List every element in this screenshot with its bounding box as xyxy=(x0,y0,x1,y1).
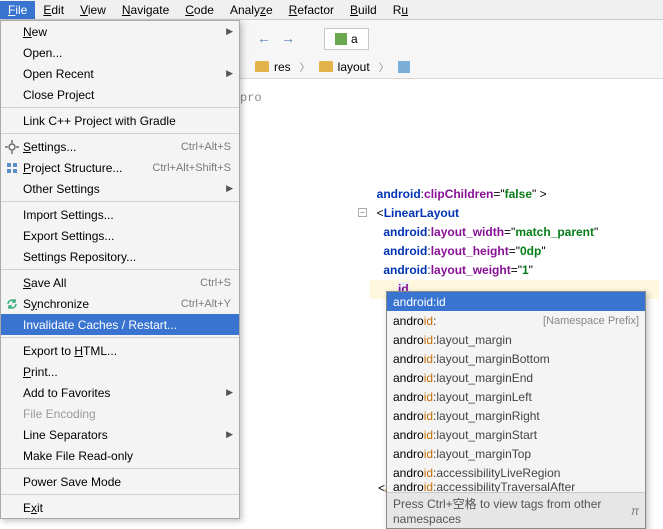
menu-item-invalidate-caches[interactable]: Invalidate Caches / Restart... xyxy=(1,314,239,335)
chevron-right-icon: ▶ xyxy=(226,68,233,79)
autocomplete-item[interactable]: android:id xyxy=(387,292,645,311)
breadcrumb-segment-file[interactable] xyxy=(391,59,417,75)
code-editor[interactable]: android:clipChildren="false" > <LinearLa… xyxy=(370,185,659,299)
menu-item-open[interactable]: Open... xyxy=(1,42,239,63)
menu-item-other-settings[interactable]: Other Settings▶ xyxy=(1,178,239,199)
menu-build[interactable]: Build xyxy=(342,1,385,19)
run-config-label: a xyxy=(351,32,358,46)
run-config-selector[interactable]: a xyxy=(324,28,369,50)
fold-toggle-icon[interactable]: − xyxy=(358,208,367,217)
autocomplete-item[interactable]: android:accessibilityLiveRegion xyxy=(387,463,645,482)
autocomplete-popup: android:idandroid:[Namespace Prefix]andr… xyxy=(386,291,646,529)
menu-run[interactable]: Ru xyxy=(385,1,416,19)
autocomplete-item[interactable]: android:layout_marginBottom xyxy=(387,349,645,368)
android-icon xyxy=(335,33,347,45)
menu-separator xyxy=(1,107,239,108)
menu-code[interactable]: Code xyxy=(177,1,222,19)
menu-view[interactable]: View xyxy=(72,1,114,19)
autocomplete-item[interactable]: android:layout_marginStart xyxy=(387,425,645,444)
autocomplete-item[interactable]: android:[Namespace Prefix] xyxy=(387,311,645,330)
menu-separator xyxy=(1,269,239,270)
code-line: <LinearLayout xyxy=(370,204,659,223)
toolbar: ← → a xyxy=(240,20,663,60)
autocomplete-hint-text: Press Ctrl+空格 to view tags from other na… xyxy=(393,495,631,526)
file-menu-dropdown: New▶ Open... Open Recent▶ Close Project … xyxy=(0,20,240,519)
menu-edit[interactable]: Edit xyxy=(35,1,72,19)
menu-separator xyxy=(1,201,239,202)
fold-gutter: − xyxy=(358,190,368,512)
autocomplete-item[interactable]: android:layout_margin xyxy=(387,330,645,349)
code-line: android:layout_height="0dp" xyxy=(370,242,659,261)
autocomplete-item[interactable]: android:accessibilityTraversalAfter xyxy=(387,482,645,492)
menu-item-link-cpp[interactable]: Link C++ Project with Gradle xyxy=(1,110,239,131)
menu-item-make-readonly[interactable]: Make File Read-only xyxy=(1,445,239,466)
menu-separator xyxy=(1,133,239,134)
menu-file[interactable]: File xyxy=(0,1,35,19)
gear-icon xyxy=(5,140,19,154)
menu-item-open-recent[interactable]: Open Recent▶ xyxy=(1,63,239,84)
menu-item-close-project[interactable]: Close Project xyxy=(1,84,239,105)
menu-item-project-structure[interactable]: Project Structure...Ctrl+Alt+Shift+S xyxy=(1,157,239,178)
code-line: android:layout_width="match_parent" xyxy=(370,223,659,242)
autocomplete-item[interactable]: android:layout_marginTop xyxy=(387,444,645,463)
editor-text-fragment: pro xyxy=(240,91,280,105)
menu-item-print[interactable]: Print... xyxy=(1,361,239,382)
chevron-right-icon: ▶ xyxy=(226,387,233,398)
folder-icon xyxy=(319,61,333,72)
menu-item-add-favorites[interactable]: Add to Favorites▶ xyxy=(1,382,239,403)
chevron-right-icon: 〉 xyxy=(379,59,389,74)
menu-separator xyxy=(1,468,239,469)
chevron-right-icon: ▶ xyxy=(226,429,233,440)
menu-separator xyxy=(1,494,239,495)
menu-item-settings-repository[interactable]: Settings Repository... xyxy=(1,246,239,267)
chevron-right-icon: ▶ xyxy=(226,183,233,194)
menu-item-save-all[interactable]: Save AllCtrl+S xyxy=(1,272,239,293)
nav-forward-button[interactable]: → xyxy=(280,30,296,46)
code-line: android:clipChildren="false" > xyxy=(370,185,659,204)
autocomplete-footer: Press Ctrl+空格 to view tags from other na… xyxy=(387,492,645,528)
menu-separator xyxy=(1,337,239,338)
menu-refactor[interactable]: Refactor xyxy=(281,1,342,19)
pi-icon: π xyxy=(631,504,639,518)
menu-item-new[interactable]: New▶ xyxy=(1,21,239,42)
code-line: android:layout_weight="1" xyxy=(370,261,659,280)
menu-item-power-save[interactable]: Power Save Mode xyxy=(1,471,239,492)
autocomplete-item[interactable]: android:layout_marginRight xyxy=(387,406,645,425)
folder-icon xyxy=(255,61,269,72)
menu-navigate[interactable]: Navigate xyxy=(114,1,177,19)
autocomplete-item[interactable]: android:layout_marginEnd xyxy=(387,368,645,387)
structure-icon xyxy=(5,161,19,175)
menu-item-import-settings[interactable]: Import Settings... xyxy=(1,204,239,225)
breadcrumb: res 〉 layout 〉 xyxy=(240,55,663,79)
nav-back-button[interactable]: ← xyxy=(256,30,272,46)
menubar: File Edit View Navigate Code Analyze Ref… xyxy=(0,0,663,20)
breadcrumb-segment-res[interactable]: res xyxy=(248,58,298,76)
chevron-right-icon: ▶ xyxy=(226,26,233,37)
menu-item-synchronize[interactable]: SynchronizeCtrl+Alt+Y xyxy=(1,293,239,314)
breadcrumb-segment-layout[interactable]: layout xyxy=(312,58,377,76)
xml-file-icon xyxy=(398,61,410,73)
sync-icon xyxy=(5,297,19,311)
menu-analyze[interactable]: Analyze xyxy=(222,1,281,19)
chevron-right-icon: 〉 xyxy=(300,59,310,74)
autocomplete-item[interactable]: android:layout_marginLeft xyxy=(387,387,645,406)
menu-item-file-encoding: File Encoding xyxy=(1,403,239,424)
menu-item-line-separators[interactable]: Line Separators▶ xyxy=(1,424,239,445)
menu-item-exit[interactable]: Exit xyxy=(1,497,239,518)
menu-item-export-html[interactable]: Export to HTML... xyxy=(1,340,239,361)
menu-item-settings[interactable]: Settings...Ctrl+Alt+S xyxy=(1,136,239,157)
menu-item-export-settings[interactable]: Export Settings... xyxy=(1,225,239,246)
